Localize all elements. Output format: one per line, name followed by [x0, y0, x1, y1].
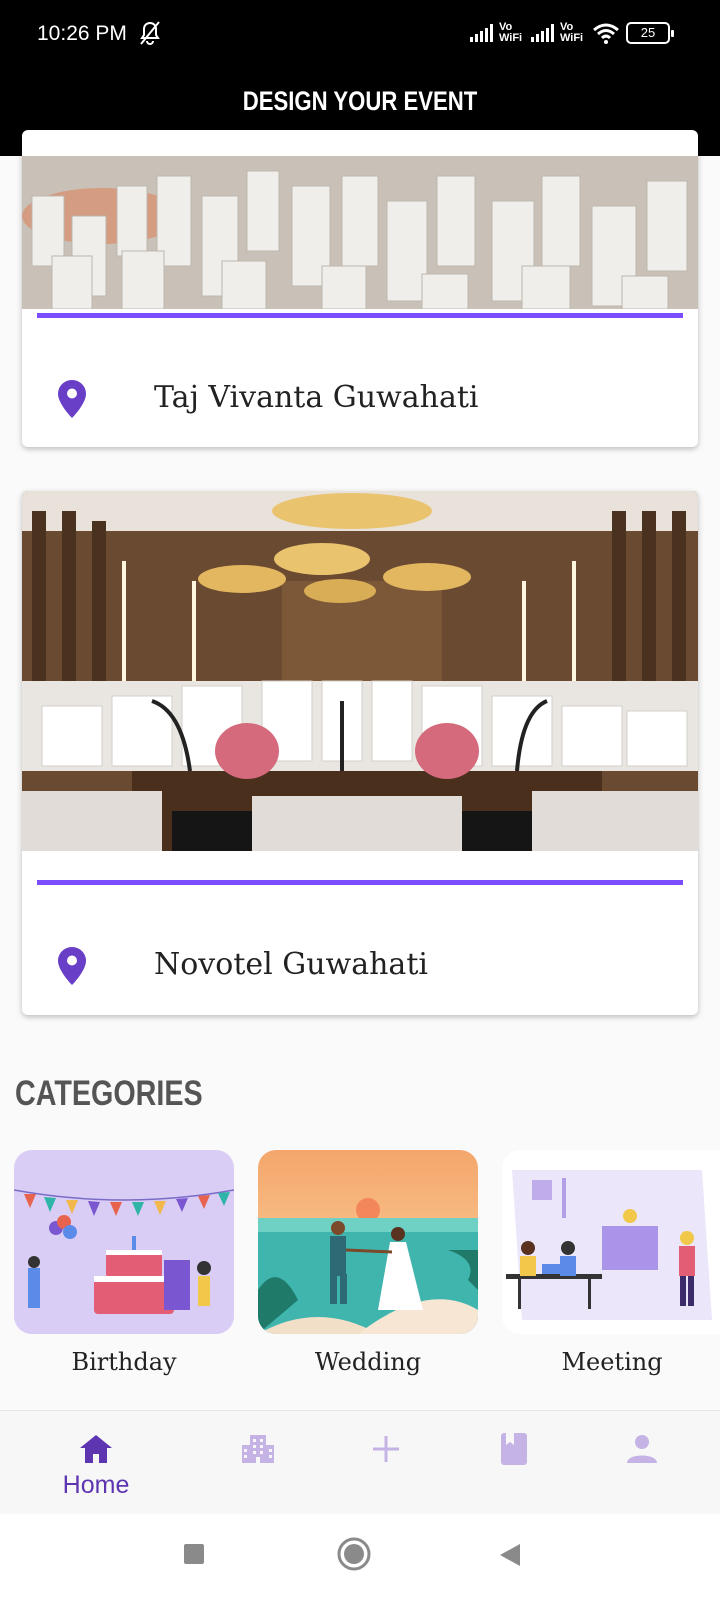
- category-image: [14, 1150, 234, 1334]
- category-birthday[interactable]: Birthday: [14, 1150, 234, 1376]
- status-time: 10:26 PM: [37, 22, 127, 45]
- back-icon[interactable]: [498, 1542, 522, 1568]
- signal-icon: [531, 24, 554, 42]
- nav-item-home[interactable]: Home: [56, 1411, 136, 1515]
- venue-name: Taj Vivanta Guwahati: [154, 380, 479, 415]
- category-label: Wedding: [314, 1348, 422, 1376]
- category-wedding[interactable]: Wedding: [258, 1150, 478, 1376]
- nav-label: Home: [62, 1471, 130, 1499]
- category-image: [258, 1150, 478, 1334]
- building-icon: [242, 1435, 274, 1463]
- venue-card[interactable]: Novotel Guwahati: [22, 491, 698, 1015]
- venue-name: Novotel Guwahati: [154, 947, 428, 982]
- battery-icon: 25: [626, 22, 674, 44]
- venue-image: [22, 156, 698, 309]
- recent-apps-icon[interactable]: [182, 1542, 206, 1566]
- signal-icon: [470, 24, 493, 42]
- venue-divider: [37, 313, 683, 318]
- category-label: Meeting: [561, 1348, 663, 1376]
- wifi-icon: [593, 23, 619, 44]
- bottom-navigation: Home: [0, 1410, 720, 1514]
- categories-heading: CATEGORIES: [15, 1074, 203, 1113]
- person-icon: [627, 1435, 657, 1463]
- nav-item-venues[interactable]: [236, 1411, 280, 1515]
- venue-divider: [37, 880, 683, 885]
- book-icon: [501, 1433, 527, 1465]
- home-button-icon[interactable]: [337, 1537, 371, 1571]
- bell-muted-icon: [140, 21, 160, 45]
- vowifi-label: Vo WiFi: [499, 21, 523, 44]
- location-pin-icon: [58, 380, 86, 418]
- nav-item-bookings[interactable]: [492, 1411, 536, 1515]
- page-title: DESIGN YOUR EVENT: [242, 86, 478, 116]
- home-icon: [80, 1435, 112, 1463]
- category-image: [502, 1150, 720, 1334]
- status-bar: 10:26 PM Vo WiFi Vo WiFi 25: [0, 0, 720, 70]
- location-pin-icon: [58, 947, 86, 985]
- category-label: Birthday: [71, 1348, 177, 1376]
- venue-image: [22, 491, 698, 851]
- system-navigation-bar: [0, 1514, 720, 1600]
- nav-item-profile[interactable]: [620, 1411, 664, 1515]
- venue-card[interactable]: Taj Vivanta Guwahati: [22, 130, 698, 447]
- vowifi-label: Vo WiFi: [560, 21, 584, 44]
- category-meeting[interactable]: Meeting: [502, 1150, 720, 1376]
- nav-item-add[interactable]: [364, 1411, 408, 1515]
- plus-icon: [373, 1436, 399, 1462]
